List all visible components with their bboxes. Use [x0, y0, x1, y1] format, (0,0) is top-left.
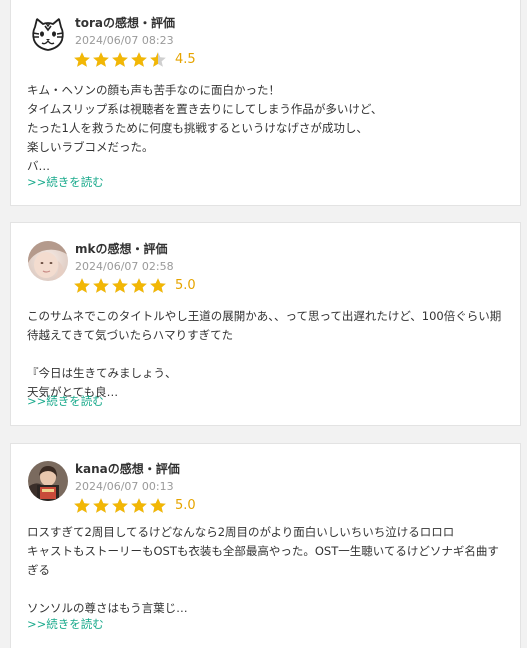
review-title-suffix: の感想・評価: [103, 16, 176, 30]
review-line: キャストもストーリーもOSTも衣装も全部最高やった。OST一生聴いてるけどソナギ…: [27, 544, 499, 558]
read-more-link[interactable]: >>続きを読む: [27, 616, 104, 632]
star-icon: [112, 278, 128, 293]
review-line: ロスすぎて2周目してるけどなんなら2周目のがより面白いしいちいち泣けるロロロ: [27, 525, 455, 539]
user-photo-avatar[interactable]: [28, 461, 68, 501]
review-line: このサムネでこのタイトルやし王道の展開かあ、、って思って出遅れたけど、100倍ぐ…: [27, 309, 502, 323]
stars: [73, 497, 168, 515]
star-icon: [150, 278, 166, 293]
star-icon: [112, 498, 128, 513]
review-date: 2024/06/07 08:23: [75, 34, 174, 47]
review-title-suffix: の感想・評価: [107, 462, 180, 476]
review-line: タイムスリップ系は視聴者を置き去りにしてしまう作品が多いけど、: [27, 102, 383, 116]
review-card: mkの感想・評価 2024/06/07 02:58 5.0 このサムネでこのタイ…: [10, 222, 521, 426]
review-line: 『今日は生きてみましょう、: [27, 366, 177, 380]
reviewer-name[interactable]: mkの感想・評価: [75, 240, 168, 257]
read-more-link[interactable]: >>続きを読む: [27, 393, 104, 409]
star-icon: [131, 52, 147, 67]
username[interactable]: mk: [75, 242, 95, 256]
review-body: キム・ヘソンの顔も声も苦手なのに面白かった！ タイムスリップ系は視聴者を置き去り…: [27, 81, 511, 176]
star-icon: [131, 278, 147, 293]
review-body: このサムネでこのタイトルやし王道の展開かあ、、って思って出遅れたけど、100倍ぐ…: [27, 307, 511, 402]
star-rating: 5.0: [73, 277, 196, 295]
star-icon: [93, 498, 109, 513]
review-card: kanaの感想・評価 2024/06/07 00:13 5.0 ロスすぎて2周目…: [10, 443, 521, 648]
review-line: ぎる: [27, 563, 50, 577]
review-line: たった1人を救うために何度も挑戦するというけなげさが成功し、: [27, 121, 368, 135]
username[interactable]: kana: [75, 462, 108, 476]
tiger-face-icon[interactable]: [28, 15, 68, 55]
star-icon: [93, 52, 109, 67]
review-title-suffix: の感想・評価: [95, 242, 168, 256]
star-icon: [74, 498, 90, 513]
stars: [73, 277, 168, 295]
stars: [73, 51, 168, 69]
star-icon: [74, 52, 90, 67]
review-date: 2024/06/07 02:58: [75, 260, 174, 273]
star-icon: [150, 52, 166, 67]
username[interactable]: tora: [75, 16, 103, 30]
rating-score: 4.5: [175, 52, 196, 67]
review-body: ロスすぎて2周目してるけどなんなら2周目のがより面白いしいちいち泣けるロロロ キ…: [27, 523, 511, 618]
review-line: [27, 345, 511, 364]
review-feed: toraの感想・評価 2024/06/07 08:23 4.5 キム・ヘソンの顔…: [0, 0, 527, 648]
star-icon: [150, 498, 166, 513]
review-line: [27, 580, 511, 599]
reviewer-name[interactable]: kanaの感想・評価: [75, 460, 180, 477]
rating-score: 5.0: [175, 278, 196, 293]
reviewer-name[interactable]: toraの感想・評価: [75, 14, 175, 31]
star-icon: [74, 278, 90, 293]
star-icon: [112, 52, 128, 67]
user-photo-avatar[interactable]: [28, 241, 68, 281]
star-rating: 5.0: [73, 497, 196, 515]
review-card: toraの感想・評価 2024/06/07 08:23 4.5 キム・ヘソンの顔…: [10, 0, 521, 206]
rating-score: 5.0: [175, 498, 196, 513]
review-date: 2024/06/07 00:13: [75, 480, 174, 493]
star-icon: [93, 278, 109, 293]
star-rating: 4.5: [73, 51, 196, 69]
review-line: キム・ヘソンの顔も声も苦手なのに面白かった！: [27, 83, 280, 97]
review-line: 楽しいラブコメだった。: [27, 140, 154, 154]
review-line: 待越えてきて気づいたらハマりすぎてた: [27, 328, 234, 342]
read-more-link[interactable]: >>続きを読む: [27, 174, 104, 190]
star-icon: [131, 498, 147, 513]
